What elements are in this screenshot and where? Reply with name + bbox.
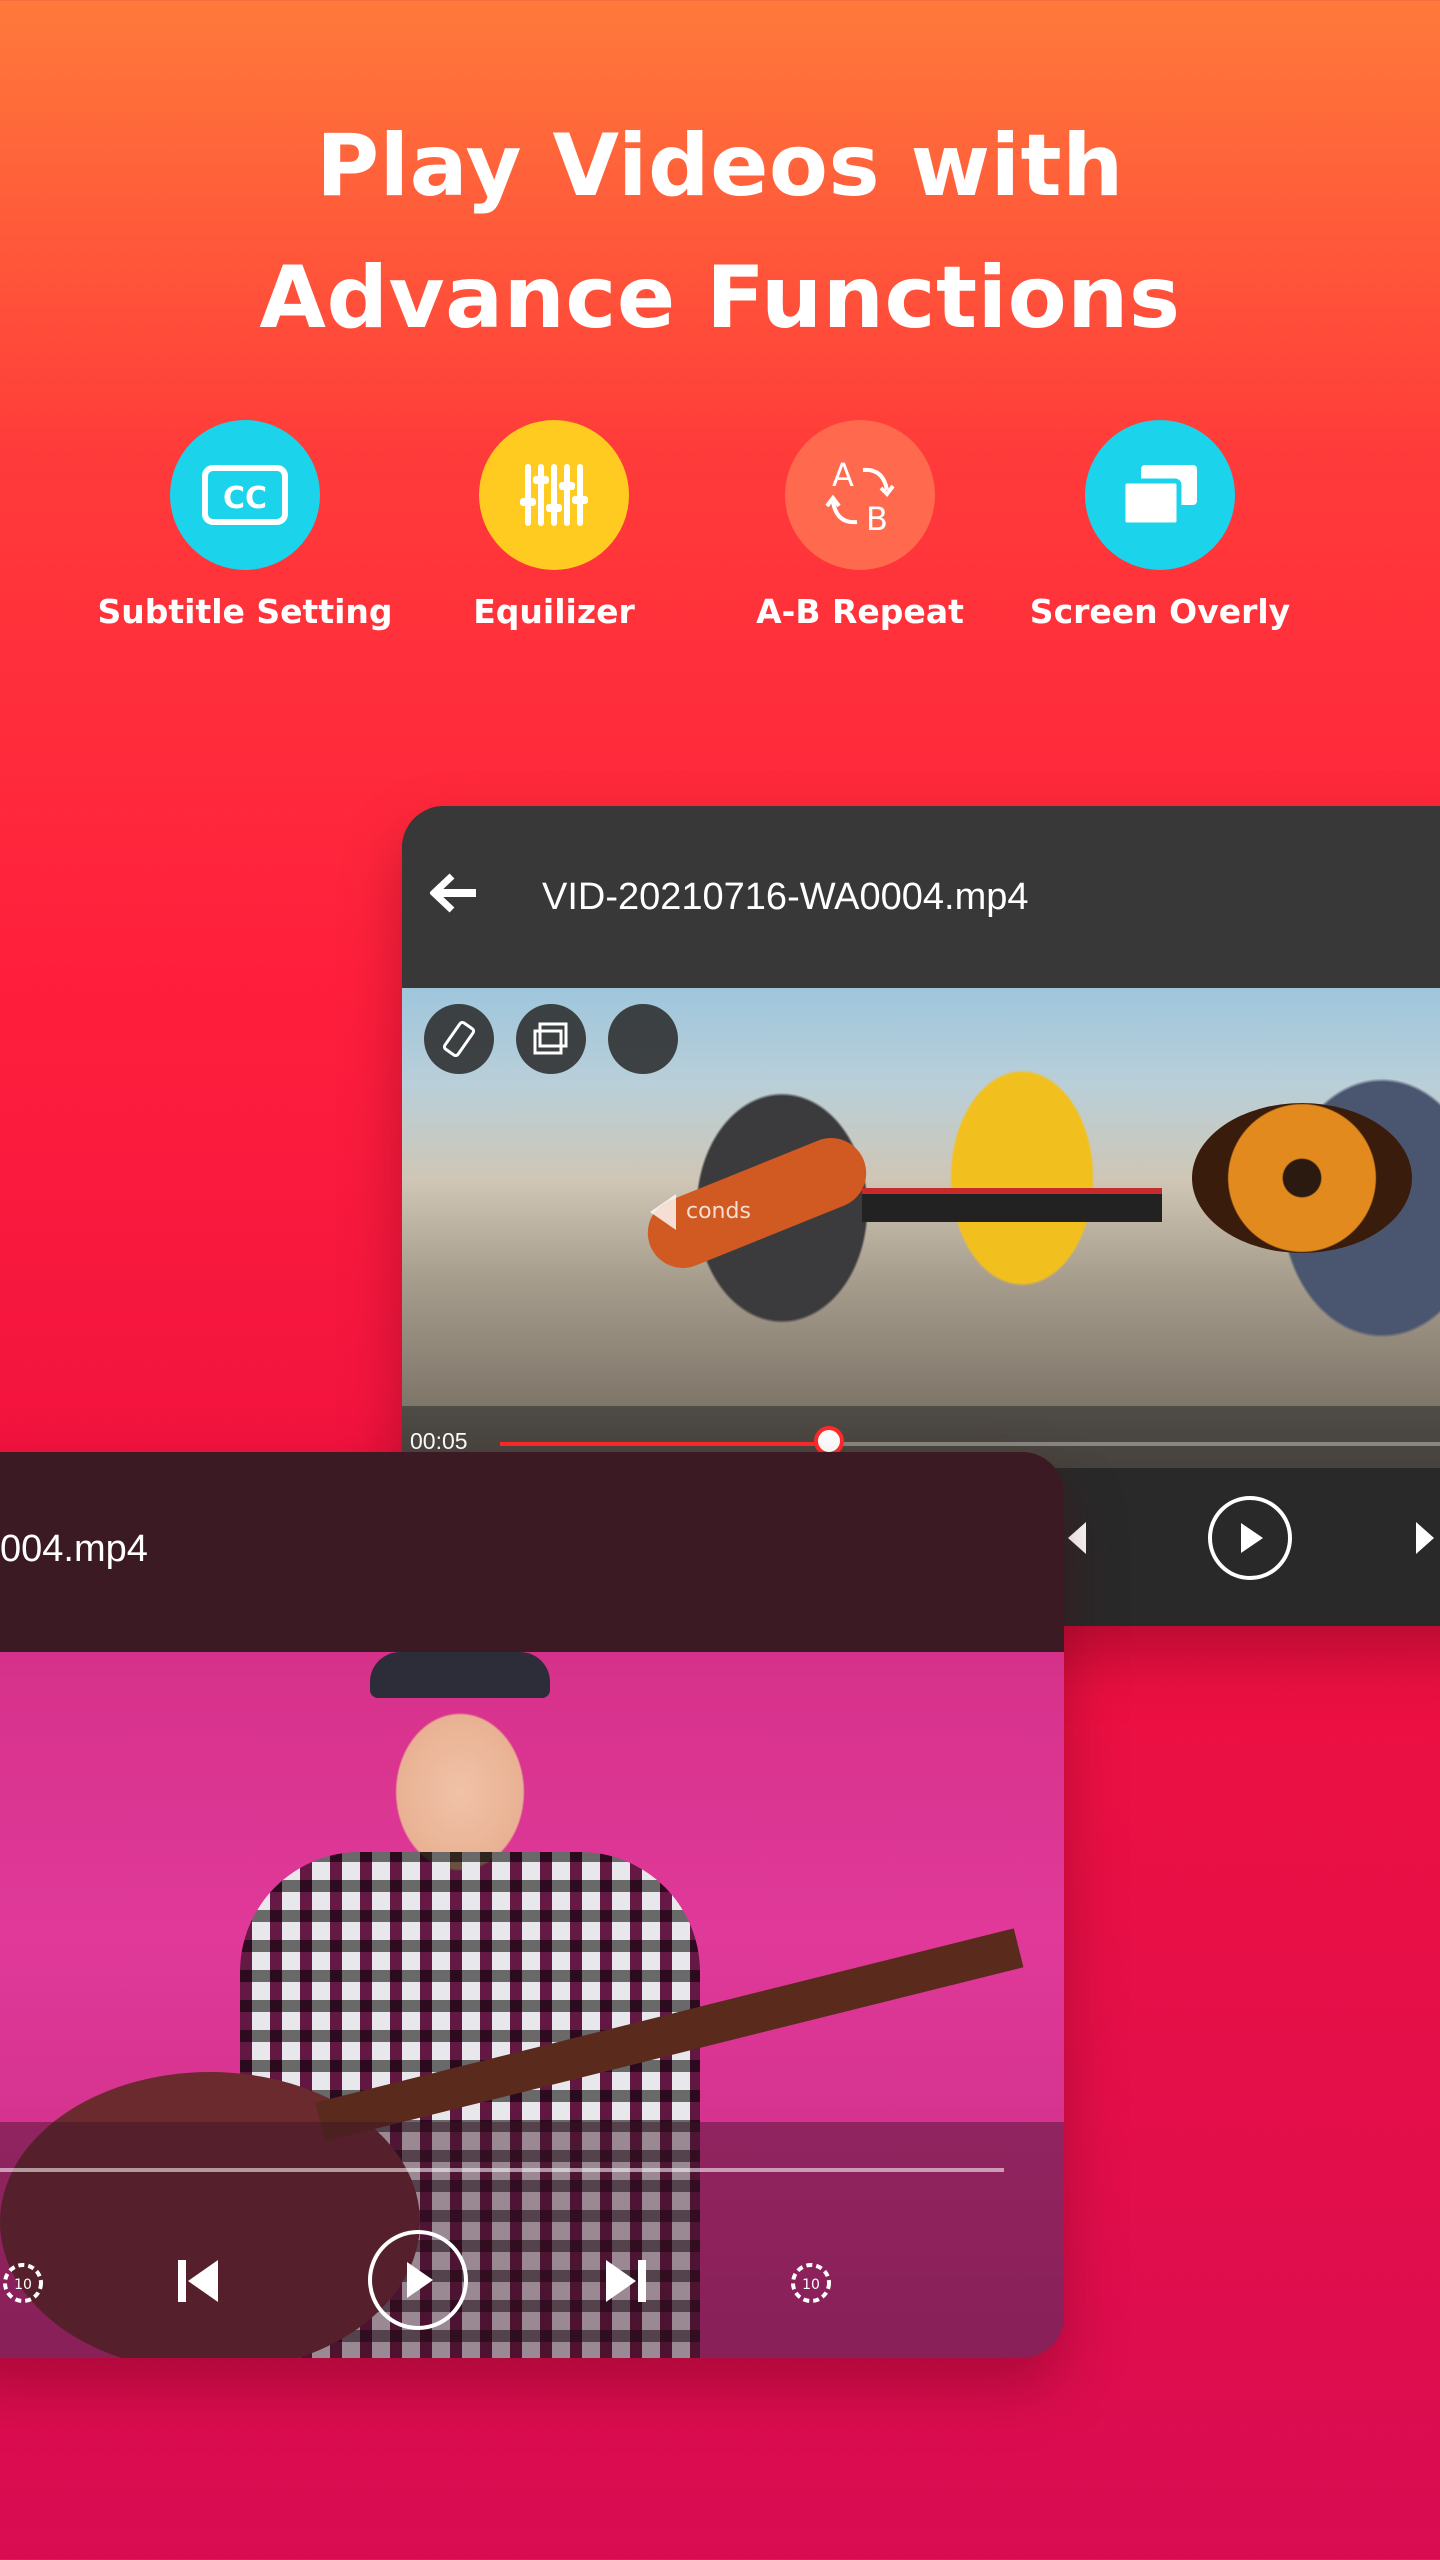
headline: Play Videos with Advance Functions (0, 100, 1440, 364)
seek-hint: conds (650, 1194, 751, 1230)
control-strip (0, 2122, 1064, 2358)
keyboard (862, 1188, 1162, 1222)
back-arrow-icon[interactable] (430, 872, 478, 914)
feature-label: Equilizer (473, 592, 635, 631)
next-icon[interactable] (1414, 1518, 1438, 1558)
feature-label: Subtitle Setting (97, 592, 393, 631)
feature-label: A-B Repeat (756, 592, 964, 631)
svg-text:CC: CC (223, 481, 267, 516)
more-tool-button[interactable] (608, 1004, 678, 1074)
skip-previous-icon[interactable] (176, 2258, 220, 2304)
headline-line-1: Play Videos with (316, 116, 1124, 216)
play-icon (1241, 1523, 1263, 1553)
video-title: 004.mp4 (0, 1528, 148, 1570)
feature-subtitle-setting: CC Subtitle Setting (75, 420, 415, 631)
skip-next-icon[interactable] (604, 2258, 648, 2304)
feature-ab-repeat: A B A-B Repeat (690, 420, 1030, 631)
svg-text:10: 10 (802, 2277, 820, 2293)
progress-track[interactable] (0, 2168, 1004, 2172)
player-title-bar: VID-20210716-WA0004.mp4 (402, 806, 1440, 988)
current-time: 00:05 (410, 1428, 468, 1454)
screen-overlay-icon (1085, 420, 1235, 570)
video-player-portrait: 004.mp4 10 10 (0, 1452, 1064, 2358)
rewind-10-icon[interactable]: 10 (0, 2256, 48, 2306)
cc-icon: CC (170, 420, 320, 570)
svg-text:A: A (832, 456, 854, 494)
popup-window-button[interactable] (516, 1004, 586, 1074)
progress-fill (500, 1442, 830, 1446)
play-icon (407, 2262, 433, 2298)
rewind-hint-icon (650, 1194, 676, 1230)
rotate-screen-button[interactable] (424, 1004, 494, 1074)
video-title: VID-20210716-WA0004.mp4 (542, 876, 1029, 918)
headband (370, 1652, 550, 1698)
headline-line-2: Advance Functions (259, 248, 1181, 348)
svg-text:10: 10 (14, 2277, 32, 2293)
previous-icon[interactable] (1064, 1518, 1088, 1558)
ab-repeat-icon: A B (785, 420, 935, 570)
forward-10-icon[interactable]: 10 (786, 2256, 836, 2306)
feature-list: CC Subtitle Setting Equilizer A B A-B Re… (0, 420, 1440, 660)
feature-label: Screen Overly (1029, 592, 1291, 631)
feature-equalizer: Equilizer (384, 420, 724, 631)
play-button[interactable] (368, 2230, 468, 2330)
player-title-bar: 004.mp4 (0, 1452, 1064, 1652)
svg-text:B: B (866, 500, 888, 538)
acoustic-guitar (1192, 1103, 1412, 1253)
player-tools (424, 1004, 678, 1074)
equalizer-icon (479, 420, 629, 570)
play-button[interactable] (1208, 1496, 1292, 1580)
feature-screen-overlay: Screen Overly (990, 420, 1330, 631)
